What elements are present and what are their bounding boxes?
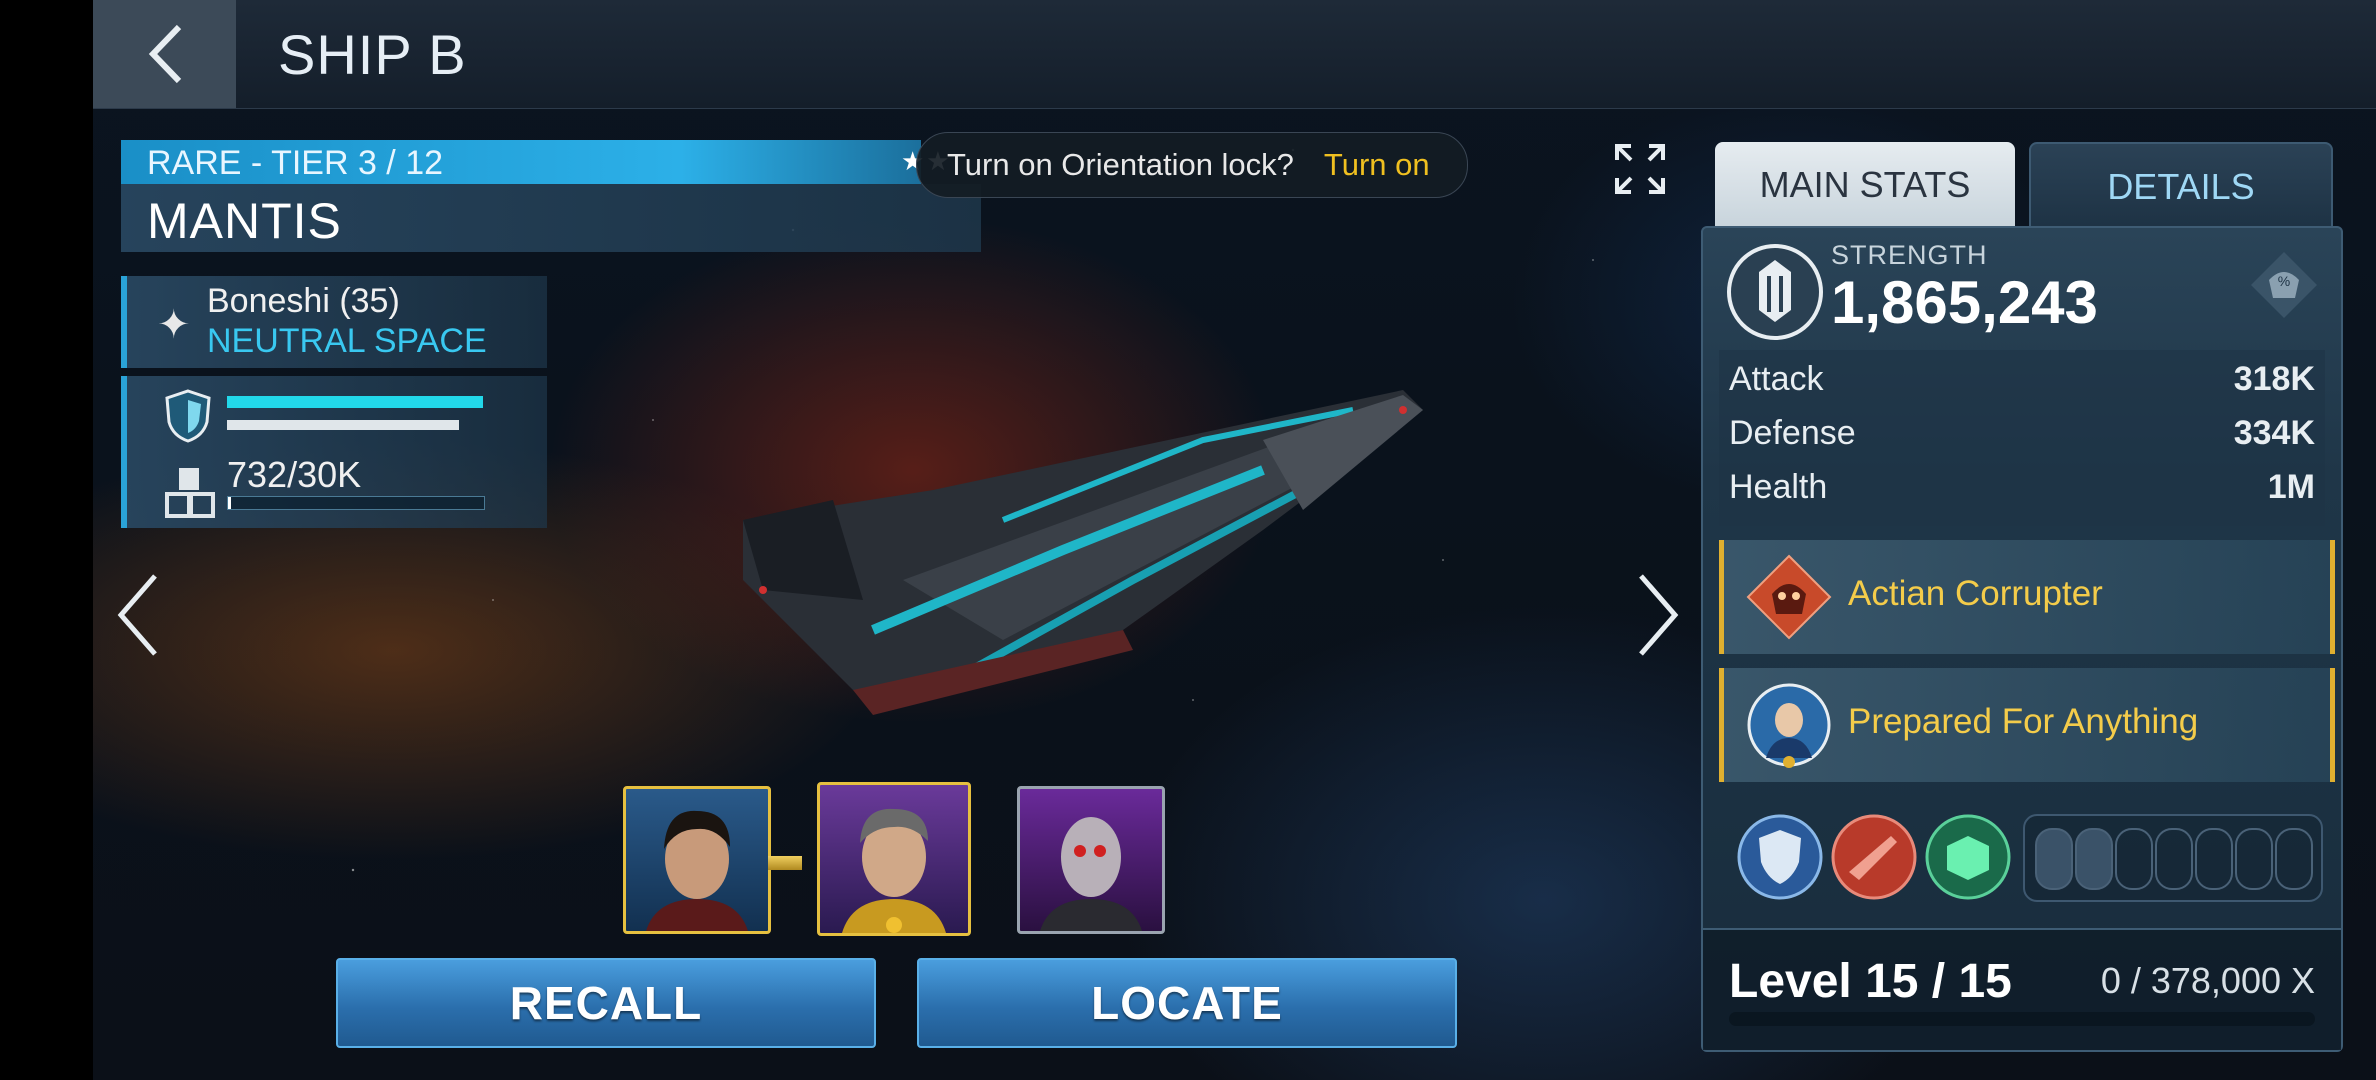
defense-value: 334K (2233, 413, 2315, 452)
strength-icon (1727, 244, 1823, 340)
stat-row-attack: Attack 318K (1729, 354, 2315, 404)
ship-model[interactable] (703, 380, 1433, 720)
cargo-value: 732/30K (227, 454, 362, 495)
location-system: Boneshi (35) (207, 282, 400, 320)
xp-text: 0 / 378,000 X (2100, 960, 2315, 1001)
crew-slot-filled (2075, 828, 2113, 890)
toast-turn-on-button[interactable]: Turn on (1324, 147, 1430, 183)
shield-icon (165, 389, 211, 443)
crew-slot-locked (2155, 828, 2193, 890)
crew-slot-locked (2235, 828, 2273, 890)
svg-text:%: % (2278, 273, 2290, 289)
sparkle-icon: ✦ (157, 303, 191, 347)
recall-button[interactable]: RECALL (336, 958, 876, 1048)
ship-name-bar: MANTIS (121, 184, 981, 252)
tab-details[interactable]: DETAILS (2029, 142, 2333, 232)
expand-icon (1615, 144, 1665, 194)
strength-label: STRENGTH (1831, 240, 1988, 270)
defense-label: Defense (1729, 413, 1856, 452)
crew-slot-locked (2195, 828, 2233, 890)
crew-slots[interactable] (2023, 814, 2323, 902)
locate-button[interactable]: LOCATE (917, 958, 1457, 1048)
ship-name: MANTIS (147, 193, 342, 249)
hull-bar (227, 396, 483, 408)
officer-portrait[interactable] (1017, 786, 1165, 934)
officer-face-icon (1040, 817, 1142, 931)
top-bar: SHIP B (93, 0, 2376, 109)
ship-header: RARE - TIER 3 / 12 ★★ MANTIS (121, 140, 981, 252)
rarity-bar: RARE - TIER 3 / 12 (121, 140, 921, 184)
officer-ability-card[interactable]: Prepared For Anything (1719, 668, 2335, 782)
strength-row: STRENGTH 1,865,243 % (1703, 228, 2341, 340)
location-card[interactable]: ✦ Boneshi (35) NEUTRAL SPACE (121, 276, 547, 368)
previous-ship-arrow[interactable] (113, 570, 163, 660)
tab-main-stats[interactable]: MAIN STATS (1715, 142, 2015, 228)
page-title: SHIP B (278, 23, 467, 86)
officer-slots (623, 782, 1263, 936)
level-text: Level 15 / 15 (1729, 955, 2012, 1008)
fullscreen-button[interactable] (1613, 142, 1667, 196)
main-stats-list: Attack 318K Defense 334K Health 1M (1719, 350, 2325, 526)
ship-status-card: 732/30K (121, 376, 547, 528)
toast-message: Turn on Orientation lock? (947, 147, 1294, 182)
level-row: Level 15 / 15 0 / 378,000 X (1703, 928, 2341, 1050)
captain-portrait[interactable] (817, 782, 971, 936)
attack-value: 318K (2233, 359, 2315, 398)
ability-label: Prepared For Anything (1848, 702, 2199, 741)
health-label: Health (1729, 467, 1828, 506)
chevron-left-icon (148, 24, 181, 84)
health-value: 1M (2267, 467, 2315, 506)
shield-bar (227, 420, 459, 430)
ship-ability-card[interactable]: Actian Corrupter (1719, 540, 2335, 654)
stat-row-health: Health 1M (1729, 462, 2315, 512)
attack-label: Attack (1729, 359, 1824, 398)
next-ship-arrow[interactable] (1633, 570, 1683, 660)
officer-ability-icon (1747, 683, 1831, 768)
back-button[interactable] (93, 0, 236, 108)
crew-slot-locked (2275, 828, 2313, 890)
crew-slot-locked (2115, 828, 2153, 890)
ability-label: Actian Corrupter (1848, 574, 2103, 613)
captain-face-icon (842, 808, 946, 933)
officer-synergy-link (768, 856, 802, 870)
officer-face-icon (646, 810, 748, 931)
orientation-lock-toast: Turn on Orientation lock? Turn on (916, 132, 1468, 198)
ship-screen: SHIP B RARE - TIER 3 / 12 ★★ MANTIS Turn… (93, 0, 2376, 1080)
shield-component-icon[interactable] (1737, 814, 1823, 900)
cargo-component-icon[interactable] (1925, 814, 2011, 900)
rarity-tier-label: RARE - TIER 3 / 12 (147, 144, 444, 182)
location-region: NEUTRAL SPACE (207, 322, 487, 360)
xp-bar (1729, 1012, 2315, 1026)
weapon-component-icon[interactable] (1831, 814, 1917, 900)
crew-slot-filled (2035, 828, 2073, 890)
stat-row-defense: Defense 334K (1729, 408, 2315, 458)
cargo-icon (165, 468, 215, 518)
stats-panel: STRENGTH 1,865,243 % Attack 318K Defense… (1701, 226, 2343, 1052)
components-row (1719, 810, 2325, 906)
strength-value: 1,865,243 (1831, 269, 2098, 336)
buff-percent-icon[interactable]: % (2249, 250, 2319, 320)
officer-portrait[interactable] (623, 786, 771, 934)
actian-corrupter-icon (1746, 554, 1832, 640)
cargo-bar (227, 496, 485, 510)
